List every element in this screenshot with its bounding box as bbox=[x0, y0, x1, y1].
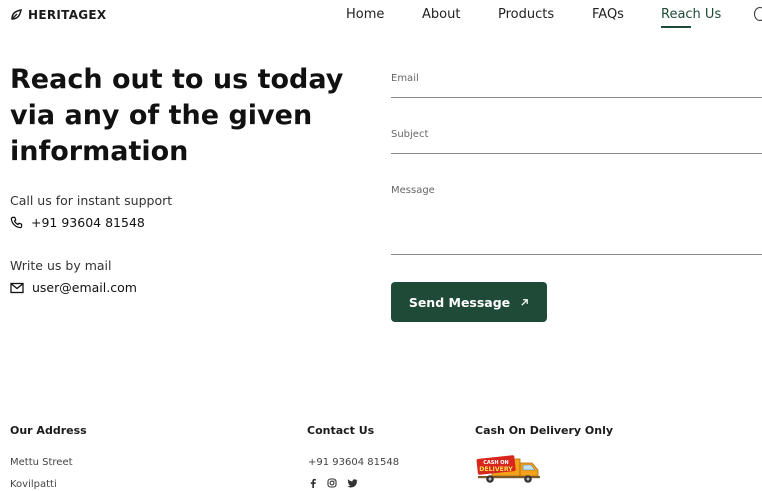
nav-item-faqs[interactable]: FAQs bbox=[592, 7, 624, 22]
email-field-group: Email bbox=[391, 66, 762, 98]
message-field-label: Message bbox=[391, 185, 435, 196]
footer-contact-heading: Contact Us bbox=[307, 424, 375, 437]
nav-item-home[interactable]: Home bbox=[346, 7, 384, 22]
nav-item-products[interactable]: Products bbox=[498, 7, 554, 22]
brand-logo[interactable]: HERITAGEX bbox=[10, 8, 107, 22]
facebook-icon[interactable] bbox=[309, 478, 317, 488]
subject-input[interactable] bbox=[391, 136, 762, 150]
message-field-group: Message bbox=[391, 178, 762, 255]
email-input[interactable] bbox=[391, 80, 762, 94]
footer-cod-heading: Cash On Delivery Only bbox=[475, 424, 614, 437]
mail-icon bbox=[10, 282, 24, 293]
email-contact[interactable]: user@email.com bbox=[10, 280, 137, 295]
instagram-icon[interactable] bbox=[327, 478, 337, 488]
cash-on-delivery-truck-icon: CASH ON DELIVERY bbox=[476, 455, 540, 483]
email-address: user@email.com bbox=[32, 280, 137, 295]
footer-address-line2: Kovilpatti bbox=[10, 479, 57, 490]
send-message-button[interactable]: Send Message bbox=[391, 282, 547, 322]
social-links bbox=[309, 478, 358, 488]
nav-item-about[interactable]: About bbox=[422, 7, 460, 22]
nav-item-reach-us-label: Reach Us bbox=[661, 7, 722, 22]
arrow-up-right-icon bbox=[521, 298, 529, 306]
twitter-icon[interactable] bbox=[347, 478, 358, 488]
svg-text:DELIVERY: DELIVERY bbox=[479, 466, 513, 473]
phone-number: +91 93604 81548 bbox=[31, 215, 145, 230]
call-support-label: Call us for instant support bbox=[10, 193, 173, 208]
subject-field-group: Subject bbox=[391, 122, 762, 154]
footer-address-heading: Our Address bbox=[10, 424, 87, 437]
phone-icon bbox=[10, 216, 23, 229]
brand-name: HERITAGEX bbox=[28, 8, 107, 22]
mail-support-label: Write us by mail bbox=[10, 258, 112, 273]
phone-contact[interactable]: +91 93604 81548 bbox=[10, 215, 145, 230]
nav-item-reach-us[interactable]: Reach Us bbox=[661, 7, 722, 28]
message-textarea[interactable] bbox=[391, 202, 762, 250]
cart-icon[interactable] bbox=[754, 7, 762, 21]
leaf-icon bbox=[11, 9, 22, 20]
send-message-label: Send Message bbox=[408, 294, 511, 310]
footer-address-line1: Mettu Street bbox=[10, 457, 73, 468]
page-title: Reach out to us today via any of the giv… bbox=[10, 64, 344, 167]
active-nav-indicator bbox=[661, 26, 691, 28]
footer-contact-phone[interactable]: +91 93604 81548 bbox=[308, 457, 399, 468]
